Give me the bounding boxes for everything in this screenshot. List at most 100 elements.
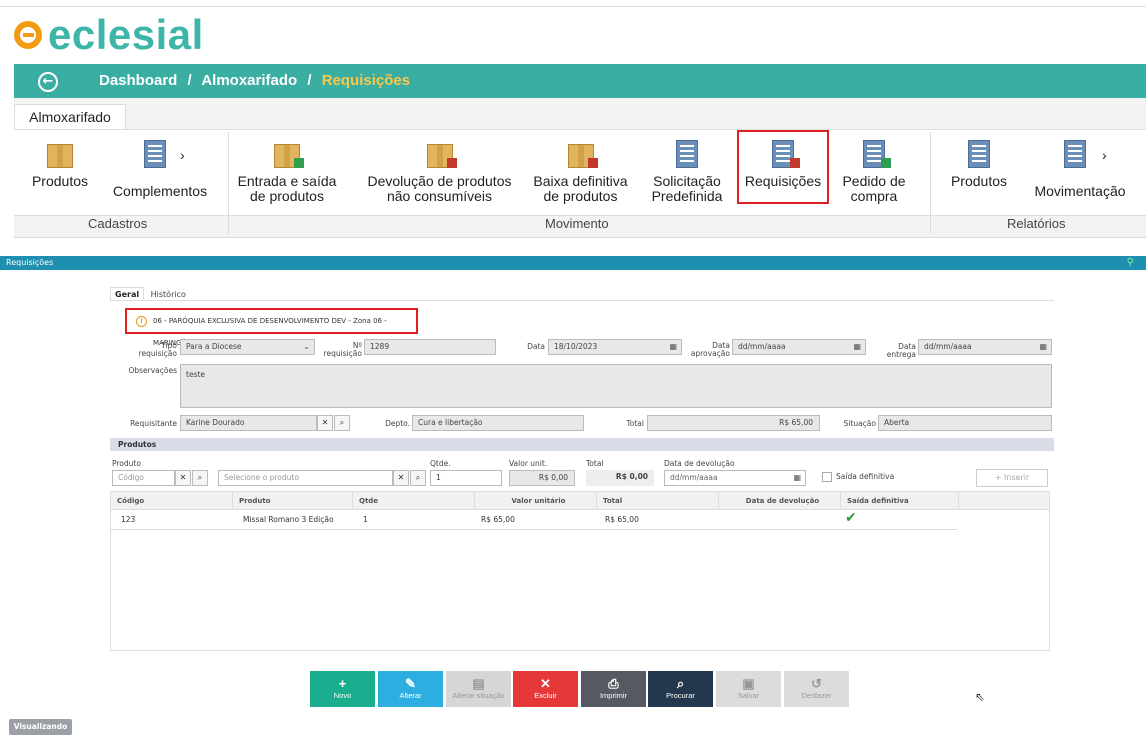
valor-unit-field[interactable]: R$ 0,00 (509, 470, 575, 486)
window-title: Requisições (6, 258, 54, 267)
undo-icon: ↺ (811, 676, 822, 691)
ribbon-btn-label: Solicitação (653, 173, 721, 189)
calendar-icon[interactable]: ▦ (1039, 340, 1047, 354)
ribbon-btn-movimentacao[interactable]: › Movimentação (1028, 138, 1132, 199)
desfazer-button[interactable]: ↺ Desfazer (784, 671, 849, 707)
breadcrumb: Dashboard / Almoxarifado / Requisições (99, 72, 410, 89)
save-icon: ▣ (742, 676, 755, 691)
alterar-button[interactable]: ✎ Alterar (378, 671, 443, 707)
cell-valor: R$ 65,00 (481, 515, 515, 524)
ribbon-btn-label: Devolução de produtos (367, 173, 512, 189)
col-codigo[interactable]: Código (111, 492, 233, 510)
ribbon-btn-relatorio-produtos[interactable]: Produtos (944, 138, 1014, 189)
cell-total: R$ 65,00 (605, 515, 639, 524)
clear-icon[interactable]: ✕ (393, 470, 409, 486)
calendar-icon[interactable]: ▦ (793, 471, 801, 485)
data-entrega-field[interactable]: dd/mm/aaaa ▦ (918, 339, 1052, 355)
status-badge: Visualizando (9, 719, 72, 735)
observacoes-textarea[interactable]: teste (180, 364, 1052, 408)
col-qtde[interactable]: Qtde (353, 492, 475, 510)
search-icon[interactable]: ⌕ (334, 415, 350, 431)
close-icon: ✕ (540, 676, 551, 691)
inserir-button[interactable]: + Inserir (976, 469, 1048, 487)
observacoes-label: Observações (128, 366, 177, 375)
ribbon-btn-label: Produtos (950, 173, 1008, 189)
tab-geral[interactable]: Geral (110, 287, 145, 301)
ribbon-btn-pedido-compra[interactable]: Pedido de compra (834, 138, 914, 204)
search-icon[interactable]: ⌕ (192, 470, 208, 486)
pencil-icon: ✎ (405, 676, 416, 691)
ribbon-btn-label: Predefinida (651, 188, 723, 204)
data-label: Data (527, 342, 545, 351)
data-devolucao-field[interactable]: dd/mm/aaaa ▦ (664, 470, 806, 486)
col-produto[interactable]: Produto (233, 492, 353, 510)
ribbon-btn-entrada-saida[interactable]: Entrada e saída de produtos (232, 138, 342, 204)
ribbon-btn-label: de produtos (250, 188, 324, 204)
clear-icon[interactable]: ✕ (175, 470, 191, 486)
data-aprovacao-field[interactable]: dd/mm/aaaa ▦ (732, 339, 866, 355)
calendar-icon[interactable]: ▦ (669, 340, 677, 354)
ribbon-btn-solicitacao[interactable]: Solicitação Predefinida (642, 138, 732, 204)
novo-button[interactable]: + Novo (310, 671, 375, 707)
imprimir-button[interactable]: ⎙ Imprimir (581, 671, 646, 707)
chevron-down-icon: ⌄ (303, 342, 310, 351)
group-label-relatorios: Relatórios (1007, 216, 1066, 231)
saida-definitiva-label: Saída definitiva (836, 472, 895, 481)
group-label-cadastros: Cadastros (88, 216, 148, 231)
ribbon-btn-label: não consumíveis (386, 188, 493, 204)
document-box-icon (859, 138, 891, 170)
ribbon-tab-almoxarifado[interactable]: Almoxarifado (14, 104, 126, 130)
box-down-icon (566, 138, 598, 170)
produto-input[interactable]: Selecione o produto (218, 470, 393, 486)
total-label: Total (626, 419, 644, 428)
search-icon[interactable]: ⚲ (1127, 256, 1134, 270)
requisitante-field[interactable]: Karine Dourado (180, 415, 317, 431)
group-separator (228, 132, 229, 234)
mouse-cursor-icon: ⇖ (975, 690, 986, 704)
col-saida-definitiva[interactable]: Saída definitiva (841, 492, 959, 510)
col-data-devolucao[interactable]: Data de devolução (719, 492, 841, 510)
report-transfer-icon (1060, 138, 1090, 170)
breadcrumb-bar: ← Dashboard / Almoxarifado / Requisições (14, 64, 1146, 98)
ribbon-btn-complementos[interactable]: › Complementos (110, 138, 210, 199)
data-field[interactable]: 18/10/2023 ▦ (548, 339, 682, 355)
salvar-button[interactable]: ▣ Salvar (716, 671, 781, 707)
alterar-situacao-button[interactable]: ▤ Alterar situação (446, 671, 511, 707)
col-valor-unitario[interactable]: Valor unitário (475, 492, 597, 510)
qtde-input[interactable]: 1 (430, 470, 502, 486)
ribbon-btn-produtos[interactable]: Produtos (30, 138, 90, 189)
ribbon-btn-label: de produtos (543, 188, 618, 204)
col-total[interactable]: Total (597, 492, 719, 510)
tab-divider (110, 300, 1054, 301)
box-return-icon (425, 138, 457, 170)
numero-requisicao-field[interactable]: 1289 (364, 339, 496, 355)
printer-icon: ⎙ (608, 676, 619, 691)
depto-field[interactable]: Cura e libertação (412, 415, 584, 431)
calendar-icon[interactable]: ▦ (853, 340, 861, 354)
church-info-banner: ! 06 - PARÓQUIA EXCLUSIVA DE DESENVOLVIM… (125, 308, 418, 347)
document-check-icon (672, 138, 702, 170)
window-title-bar: Requisições ⚲ (0, 256, 1146, 270)
valor-label: Valor unit. (509, 459, 548, 468)
ribbon-btn-baixa[interactable]: Baixa definitiva de produtos (528, 138, 633, 204)
clear-icon[interactable]: ✕ (317, 415, 333, 431)
breadcrumb-current: Requisições (321, 72, 411, 89)
back-arrow-icon[interactable]: ← (38, 72, 58, 92)
breadcrumb-item-dashboard[interactable]: Dashboard (99, 72, 177, 89)
saida-definitiva-checkbox[interactable] (822, 472, 832, 482)
total-field: R$ 65,00 (647, 415, 820, 431)
cell-devolucao (723, 512, 729, 528)
tipo-requisicao-select[interactable]: Para a Diocese ⌄ (180, 339, 315, 355)
chevron-right-icon: › (180, 147, 185, 163)
brand-logo[interactable]: eclesial (14, 11, 204, 58)
ribbon-btn-devolucao[interactable]: Devolução de produtos não consumíveis (362, 138, 517, 204)
search-icon[interactable]: ⌕ (410, 470, 426, 486)
report-box-icon (964, 138, 994, 170)
excluir-button[interactable]: ✕ Excluir (513, 671, 578, 707)
breadcrumb-item-almoxarifado[interactable]: Almoxarifado (201, 72, 297, 89)
tipo-label: Tipo requisição (138, 341, 177, 358)
produtos-table: Código Produto Qtde Valor unitário Total… (110, 491, 1050, 651)
procurar-button[interactable]: ⌕ Procurar (648, 671, 713, 707)
codigo-input[interactable]: Código (112, 470, 175, 486)
data-entrega-label: Data entrega (886, 342, 916, 359)
